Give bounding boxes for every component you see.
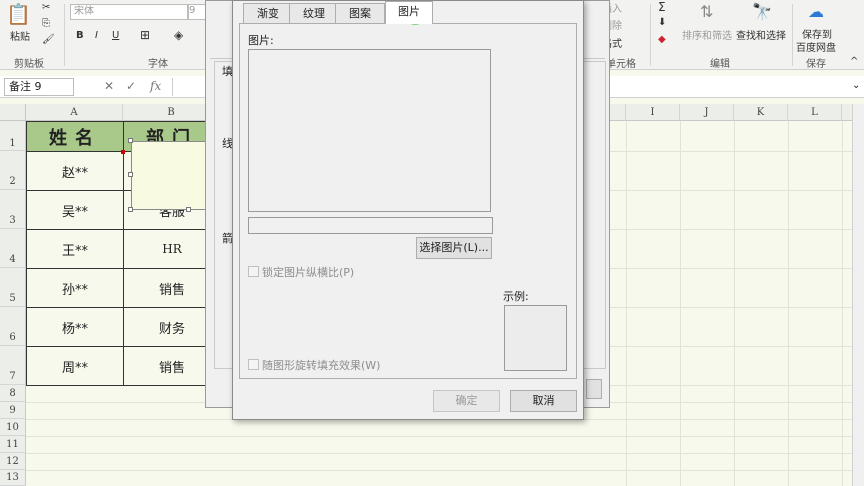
column-header-l[interactable]: L xyxy=(788,104,842,121)
comment-indicator xyxy=(121,150,125,154)
row-header-12[interactable]: 12 xyxy=(0,453,26,470)
picture-preview-box xyxy=(248,49,491,212)
select-picture-button[interactable]: 选择图片(L)... xyxy=(416,237,492,259)
row-header-9[interactable]: 9 xyxy=(0,402,26,419)
find-icon[interactable]: 🔭 xyxy=(752,2,772,21)
select-all-corner[interactable] xyxy=(0,104,26,121)
row-header-6[interactable]: 6 xyxy=(0,307,26,346)
tab-picture[interactable]: 图片 xyxy=(385,1,433,24)
table-row-name[interactable]: 孙** xyxy=(26,268,124,308)
row-header-11[interactable]: 11 xyxy=(0,436,26,453)
table-row-name[interactable]: 杨** xyxy=(26,307,124,347)
sample-preview-box xyxy=(504,305,567,371)
format-painter-icon[interactable]: 🖌 xyxy=(42,34,55,45)
column-header-a[interactable]: A xyxy=(26,104,123,121)
clear-icon[interactable]: ◆ xyxy=(658,34,666,45)
copy-icon[interactable]: ⎘ xyxy=(42,18,50,29)
row-header-13[interactable]: 13 xyxy=(0,470,26,486)
tab-pattern[interactable]: 图案 xyxy=(335,3,385,23)
find-select-button[interactable]: 查找和选择 xyxy=(736,27,786,42)
picture-label: 图片: xyxy=(248,34,274,47)
paste-button[interactable]: 粘贴 xyxy=(10,28,30,43)
table-row-name[interactable]: 赵** xyxy=(26,151,124,191)
vertical-scrollbar[interactable] xyxy=(852,104,864,486)
ok-button[interactable]: 确定 xyxy=(433,390,500,412)
sum-icon[interactable]: Σ xyxy=(658,0,666,14)
fx-icon[interactable]: fx xyxy=(150,79,161,93)
tab-gradient[interactable]: 渐变 xyxy=(243,3,293,23)
table-row-name[interactable]: 周** xyxy=(26,346,124,386)
fill-down-icon[interactable]: ⬇ xyxy=(658,17,666,28)
table-row-name[interactable]: 王** xyxy=(26,229,124,269)
paste-icon[interactable]: 📋 xyxy=(6,2,31,26)
row-header-10[interactable]: 10 xyxy=(0,419,26,436)
rotate-fill-checkbox[interactable] xyxy=(248,359,259,370)
column-header-k[interactable]: K xyxy=(734,104,788,121)
border-icon[interactable]: ⊞ xyxy=(140,28,150,42)
column-header-j[interactable]: J xyxy=(680,104,734,121)
baidu-netdisk-label[interactable]: 百度网盘 xyxy=(796,39,836,54)
sample-label: 示例: xyxy=(503,290,529,303)
expand-formula-icon[interactable]: ⌄ xyxy=(852,80,860,91)
font-name-box[interactable]: 宋体 xyxy=(70,4,188,20)
save-group-label: 保存 xyxy=(806,59,826,70)
clipboard-group-label: 剪贴板 xyxy=(14,59,44,70)
row-header-7[interactable]: 7 xyxy=(0,346,26,385)
fill-effects-dialog: 渐变 纹理 图案 图片 图片: 选择图片(L)... 锁定图片纵横比(P) 示例… xyxy=(232,0,584,420)
italic-button[interactable]: I xyxy=(95,30,98,41)
comment-handle[interactable] xyxy=(128,207,133,212)
name-box[interactable]: 备注 9 xyxy=(4,78,74,96)
comment-handle[interactable] xyxy=(128,138,133,143)
sort-filter-button[interactable]: 排序和筛选 xyxy=(682,27,732,42)
row-header-3[interactable]: 3 xyxy=(0,190,26,229)
back-dialog-button[interactable] xyxy=(586,379,602,399)
header-cell-name[interactable]: 姓名 xyxy=(26,121,124,152)
bold-button[interactable]: B xyxy=(76,30,84,41)
lock-aspect-label: 锁定图片纵横比(P) xyxy=(262,266,355,279)
font-group-label: 字体 xyxy=(148,59,168,70)
cancel-icon[interactable]: ✕ xyxy=(104,79,114,93)
tab-texture[interactable]: 纹理 xyxy=(289,3,339,23)
editing-group-label: 编辑 xyxy=(710,59,730,70)
fill-color-icon[interactable]: ◈ xyxy=(174,28,183,42)
row-header-5[interactable]: 5 xyxy=(0,268,26,307)
sort-filter-icon[interactable]: ⇅ xyxy=(700,2,713,21)
column-header-i[interactable]: I xyxy=(626,104,680,121)
rotate-fill-label: 随图形旋转填充效果(W) xyxy=(262,359,381,372)
collapse-ribbon-icon[interactable]: ^ xyxy=(850,56,858,67)
row-header-1[interactable]: 1 xyxy=(0,121,26,151)
enter-icon[interactable]: ✓ xyxy=(126,79,136,93)
comment-handle[interactable] xyxy=(186,207,191,212)
comment-handle[interactable] xyxy=(128,172,133,177)
row-header-8[interactable]: 8 xyxy=(0,385,26,402)
cut-icon[interactable]: ✂ xyxy=(42,2,50,13)
underline-button[interactable]: U xyxy=(112,30,119,41)
row-header-2[interactable]: 2 xyxy=(0,151,26,190)
lock-aspect-checkbox[interactable] xyxy=(248,266,259,277)
picture-panel: 图片: 选择图片(L)... 锁定图片纵横比(P) 示例: 随图形旋转填充效果(… xyxy=(239,23,577,379)
picture-name-field xyxy=(248,217,493,234)
table-row-name[interactable]: 吴** xyxy=(26,190,124,230)
cells-group-label: 单元格 xyxy=(606,59,636,70)
cancel-button[interactable]: 取消 xyxy=(510,390,577,412)
comment-box[interactable] xyxy=(131,141,208,210)
baidu-cloud-icon[interactable]: ☁ xyxy=(808,2,824,21)
row-header-4[interactable]: 4 xyxy=(0,229,26,268)
